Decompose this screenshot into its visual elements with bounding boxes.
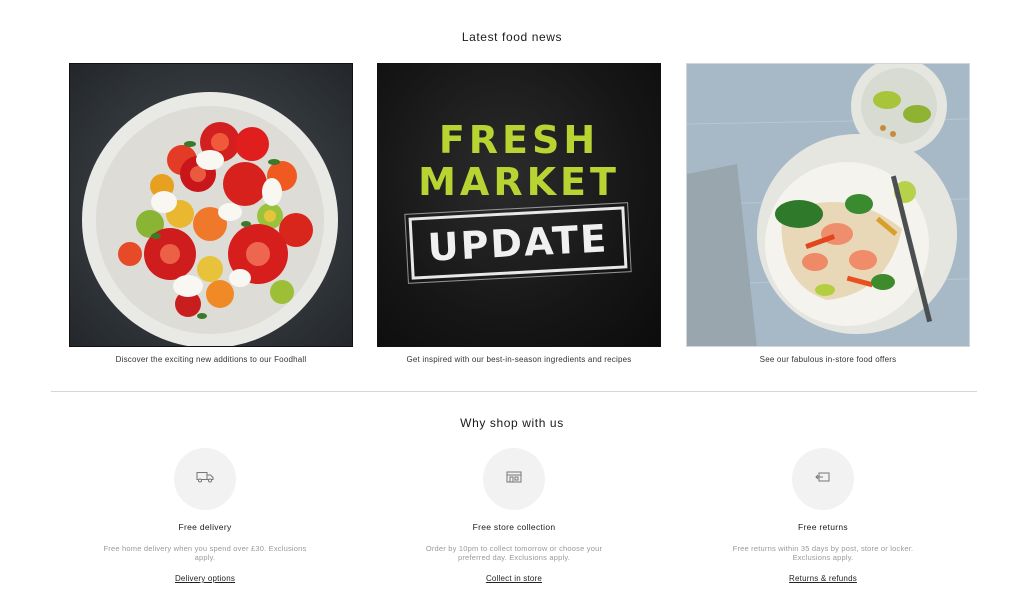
feature-free-delivery: Free delivery Free home delivery when yo… [85,448,325,586]
free-returns-description: Free returns within 35 days by post, sto… [732,544,914,562]
section-divider [51,391,977,392]
news-card-foodhall[interactable]: Discover the exciting new additions to o… [69,63,353,364]
store-icon-circle [483,448,545,510]
why-shop-heading: Why shop with us [460,416,564,430]
news-caption-recipes[interactable]: Get inspired with our best-in-season ing… [377,355,661,364]
free-delivery-title: Free delivery [178,522,232,532]
delivery-icon-circle [174,448,236,510]
news-caption-foodhall[interactable]: Discover the exciting new additions to o… [69,355,353,364]
feature-free-store-collection: Free store collection Order by 10pm to c… [394,448,634,586]
tomato-salad-image[interactable] [69,63,353,347]
free-store-collection-title: Free store collection [472,522,556,532]
delivery-van-icon [196,470,214,488]
feature-free-returns: Free returns Free returns within 35 days… [703,448,943,586]
noodle-dish-image[interactable] [686,63,970,347]
delivery-options-link[interactable]: Delivery options [175,574,235,583]
free-store-collection-description: Order by 10pm to collect tomorrow or cho… [425,544,603,562]
collect-in-store-link[interactable]: Collect in store [486,574,542,583]
news-caption-offers[interactable]: See our fabulous in-store food offers [686,355,970,364]
market-text: MARKET [418,160,620,204]
news-card-food-offers[interactable]: See our fabulous in-store food offers [686,63,970,364]
free-delivery-description: Free home delivery when you spend over £… [103,544,307,562]
returns-icon [815,470,831,488]
returns-refunds-link[interactable]: Returns & refunds [789,574,857,583]
latest-food-news-heading: Latest food news [461,30,563,44]
fresh-market-update-image[interactable]: FRESH MARKET UPDATE [377,63,661,347]
news-card-fresh-market[interactable]: FRESH MARKET UPDATE Get inspired with ou… [377,63,661,364]
fresh-text: FRESH [438,118,600,162]
update-text: UPDATE [426,216,610,270]
store-icon [506,470,522,488]
free-returns-title: Free returns [798,522,848,532]
returns-icon-circle [792,448,854,510]
